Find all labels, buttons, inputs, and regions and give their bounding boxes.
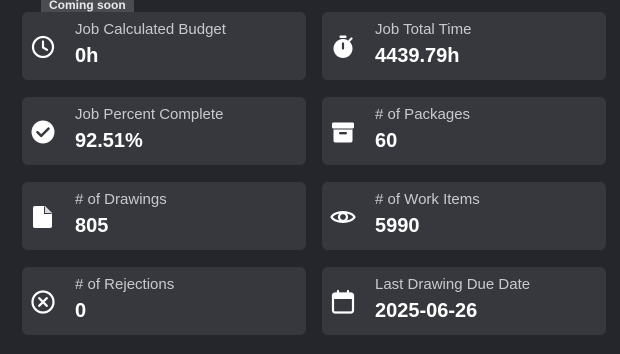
calendar-icon xyxy=(330,289,356,315)
stat-label: Job Percent Complete xyxy=(75,106,224,123)
stat-value: 5990 xyxy=(375,215,420,237)
stat-card-packages: # of Packages 60 xyxy=(322,97,606,165)
stopwatch-icon xyxy=(330,34,356,60)
stat-value: 92.51% xyxy=(75,130,143,152)
stat-card-job-calculated-budget: Job Calculated Budget 0h xyxy=(22,12,306,80)
stat-card-work-items: # of Work Items 5990 xyxy=(322,182,606,250)
archive-box-icon xyxy=(330,119,356,145)
clock-icon xyxy=(30,34,56,60)
stat-card-last-drawing-due-date: Last Drawing Due Date 2025-06-26 xyxy=(322,267,606,335)
stat-card-job-total-time: Job Total Time 4439.79h xyxy=(322,12,606,80)
stat-label: # of Drawings xyxy=(75,191,167,208)
stat-label: Last Drawing Due Date xyxy=(375,276,531,293)
stat-value: 60 xyxy=(375,130,398,152)
stat-value: 805 xyxy=(75,215,109,237)
stat-value: 0h xyxy=(75,45,99,67)
job-dashboard: { "tooltip": {"text": "Coming soon"}, "c… xyxy=(0,0,620,354)
stat-label: Job Calculated Budget xyxy=(75,21,226,38)
stat-label: # of Work Items xyxy=(375,191,480,208)
stat-value: 0 xyxy=(75,300,87,322)
stat-card-rejections: # of Rejections 0 xyxy=(22,267,306,335)
eye-icon xyxy=(330,204,356,230)
cancel-circle-icon xyxy=(30,289,56,315)
stat-value: 4439.79h xyxy=(375,45,460,67)
stat-card-drawings: # of Drawings 805 xyxy=(22,182,306,250)
stat-label: # of Rejections xyxy=(75,276,175,293)
stat-label: # of Packages xyxy=(375,106,471,123)
stat-label: Job Total Time xyxy=(375,21,472,38)
document-icon xyxy=(30,204,56,230)
stat-card-job-percent-complete: Job Percent Complete 92.51% xyxy=(22,97,306,165)
stat-value: 2025-06-26 xyxy=(375,300,478,322)
check-circle-icon xyxy=(30,119,56,145)
